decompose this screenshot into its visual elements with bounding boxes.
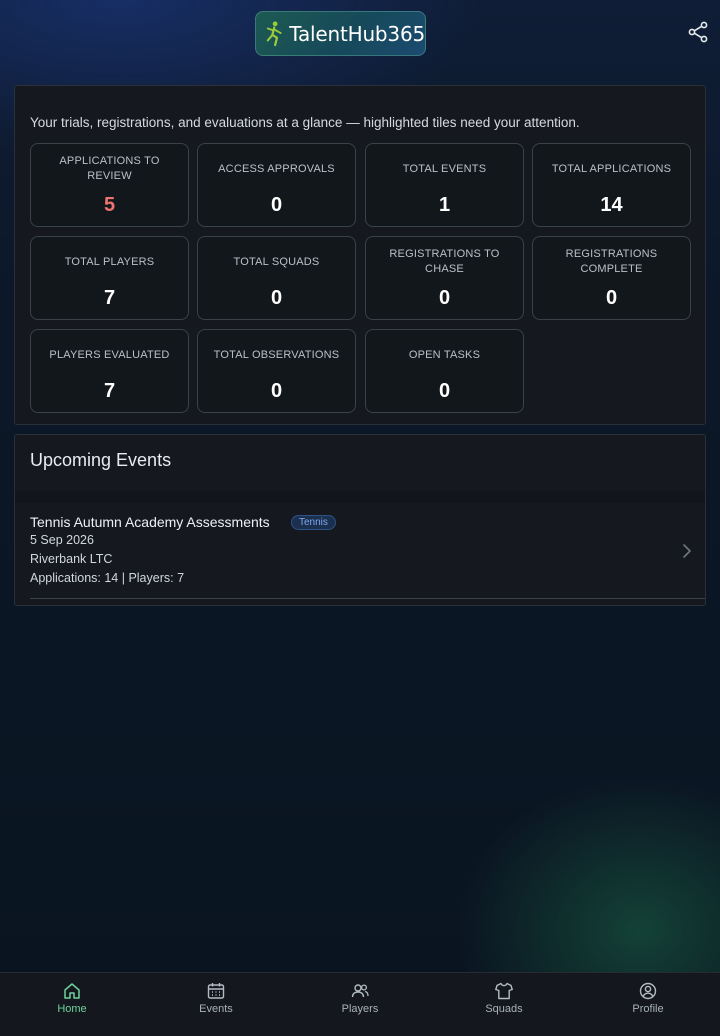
tile-total-squads[interactable]: TOTAL SQUADS 0 — [197, 236, 356, 320]
sport-badge: Tennis — [291, 515, 336, 530]
tile-label: TOTAL OBSERVATIONS — [213, 348, 340, 361]
tile-value: 0 — [438, 287, 451, 309]
runner-logo-icon — [266, 20, 282, 46]
chevron-right-icon — [683, 544, 691, 558]
nav-events[interactable]: Events — [144, 973, 288, 1036]
tile-value: 7 — [103, 380, 116, 402]
players-icon — [351, 984, 369, 998]
tile-label: APPLICATIONS TO REVIEW — [59, 155, 160, 182]
tile-label: REGISTRATIONS COMPLETE — [565, 248, 658, 275]
event-list-item[interactable]: Tennis Autumn Academy Assessments Tennis… — [15, 503, 705, 599]
tile-value: 7 — [103, 287, 116, 309]
tile-value: 0 — [438, 380, 451, 402]
summary-intro: Your trials, registrations, and evaluati… — [30, 115, 580, 130]
tile-value: 0 — [270, 380, 283, 402]
tile-label: TOTAL EVENTS — [402, 162, 487, 175]
tile-players-evaluated[interactable]: PLAYERS EVALUATED 7 — [30, 329, 189, 413]
tile-value: 0 — [605, 287, 618, 309]
bottom-navigation: Home Events Players Squads Profile — [0, 972, 720, 1036]
tile-applications-to-review[interactable]: APPLICATIONS TO REVIEW 5 — [30, 143, 189, 227]
tile-value: 14 — [600, 194, 623, 216]
tile-label: OPEN TASKS — [408, 348, 481, 361]
dashboard-summary-card: Your trials, registrations, and evaluati… — [14, 85, 706, 425]
tile-label: TOTAL SQUADS — [233, 255, 320, 268]
nav-label: Events — [199, 1003, 233, 1015]
upcoming-events-card: Upcoming Events Tennis Autumn Academy As… — [14, 434, 706, 606]
app-header: TalentHub365 — [0, 0, 720, 80]
nav-squads[interactable]: Squads — [432, 973, 576, 1036]
section-divider — [15, 491, 705, 503]
nav-players[interactable]: Players — [288, 973, 432, 1036]
tile-label: TOTAL APPLICATIONS — [551, 162, 672, 175]
tile-value: 0 — [270, 287, 283, 309]
tile-registrations-complete[interactable]: REGISTRATIONS COMPLETE 0 — [532, 236, 691, 320]
tile-label: REGISTRATIONS TO CHASE — [389, 248, 500, 275]
divider — [30, 598, 705, 599]
calendar-icon — [207, 983, 225, 999]
nav-label: Home — [57, 1003, 87, 1015]
tile-label: PLAYERS EVALUATED — [49, 348, 170, 361]
tile-access-approvals[interactable]: ACCESS APPROVALS 0 — [197, 143, 356, 227]
event-date: 5 Sep 2026 — [30, 533, 94, 547]
tile-total-events[interactable]: TOTAL EVENTS 1 — [365, 143, 524, 227]
tile-label: TOTAL PLAYERS — [64, 255, 155, 268]
nav-label: Players — [341, 1003, 379, 1015]
tile-total-applications[interactable]: TOTAL APPLICATIONS 14 — [532, 143, 691, 227]
nav-label: Profile — [632, 1003, 664, 1015]
tile-total-players[interactable]: TOTAL PLAYERS 7 — [30, 236, 189, 320]
nav-profile[interactable]: Profile — [576, 973, 720, 1036]
brand-name: TalentHub365 — [289, 21, 425, 46]
upcoming-events-title: Upcoming Events — [30, 450, 172, 470]
event-name: Tennis Autumn Academy Assessments — [30, 514, 270, 530]
nav-home[interactable]: Home — [0, 973, 144, 1036]
tile-value: 1 — [438, 194, 451, 216]
tile-open-tasks[interactable]: OPEN TASKS 0 — [365, 329, 524, 413]
tile-value: 5 — [103, 194, 116, 216]
tile-registrations-to-chase[interactable]: REGISTRATIONS TO CHASE 0 — [365, 236, 524, 320]
tile-total-observations[interactable]: TOTAL OBSERVATIONS 0 — [197, 329, 356, 413]
brand-logo[interactable]: TalentHub365 — [255, 11, 426, 56]
nav-label: Squads — [485, 1003, 523, 1015]
event-venue: Riverbank LTC — [30, 552, 113, 566]
tile-label: ACCESS APPROVALS — [218, 162, 335, 175]
share-icon[interactable] — [686, 20, 710, 44]
tile-value: 0 — [270, 194, 283, 216]
event-stats: Applications: 14 | Players: 7 — [30, 571, 185, 585]
profile-icon — [639, 982, 657, 1000]
shirt-icon — [495, 982, 513, 1000]
home-icon — [64, 983, 80, 999]
